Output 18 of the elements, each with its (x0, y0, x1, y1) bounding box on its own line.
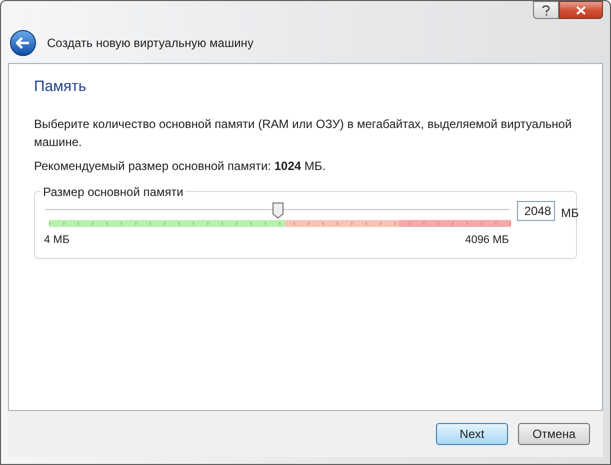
cancel-button[interactable]: Отмена (518, 423, 590, 445)
close-button[interactable] (559, 1, 603, 19)
help-icon (542, 4, 550, 16)
next-button[interactable]: Next (436, 423, 508, 445)
recommendation-text: Рекомендуемый размер основной памяти: 1024 МБ. (34, 158, 327, 174)
unit-label: МБ (561, 204, 579, 222)
close-icon (576, 6, 586, 14)
back-button[interactable] (10, 30, 36, 56)
help-button[interactable] (533, 1, 559, 19)
description-text: Выберите количество основной памяти (RAM или ОЗУ) в мегабайтах, выделяемой виртуальной машине. (34, 116, 573, 150)
window-title: Создать новую виртуальную машину (47, 35, 254, 52)
back-arrow-icon (16, 37, 30, 49)
page-heading: Память (34, 77, 88, 97)
memory-input[interactable]: 2048 (517, 200, 555, 220)
slider-track[interactable] (45, 202, 510, 218)
max-label: 4096 МБ (465, 232, 509, 248)
min-label: 4 МБ (44, 232, 70, 248)
slider-thumb[interactable] (272, 202, 284, 218)
